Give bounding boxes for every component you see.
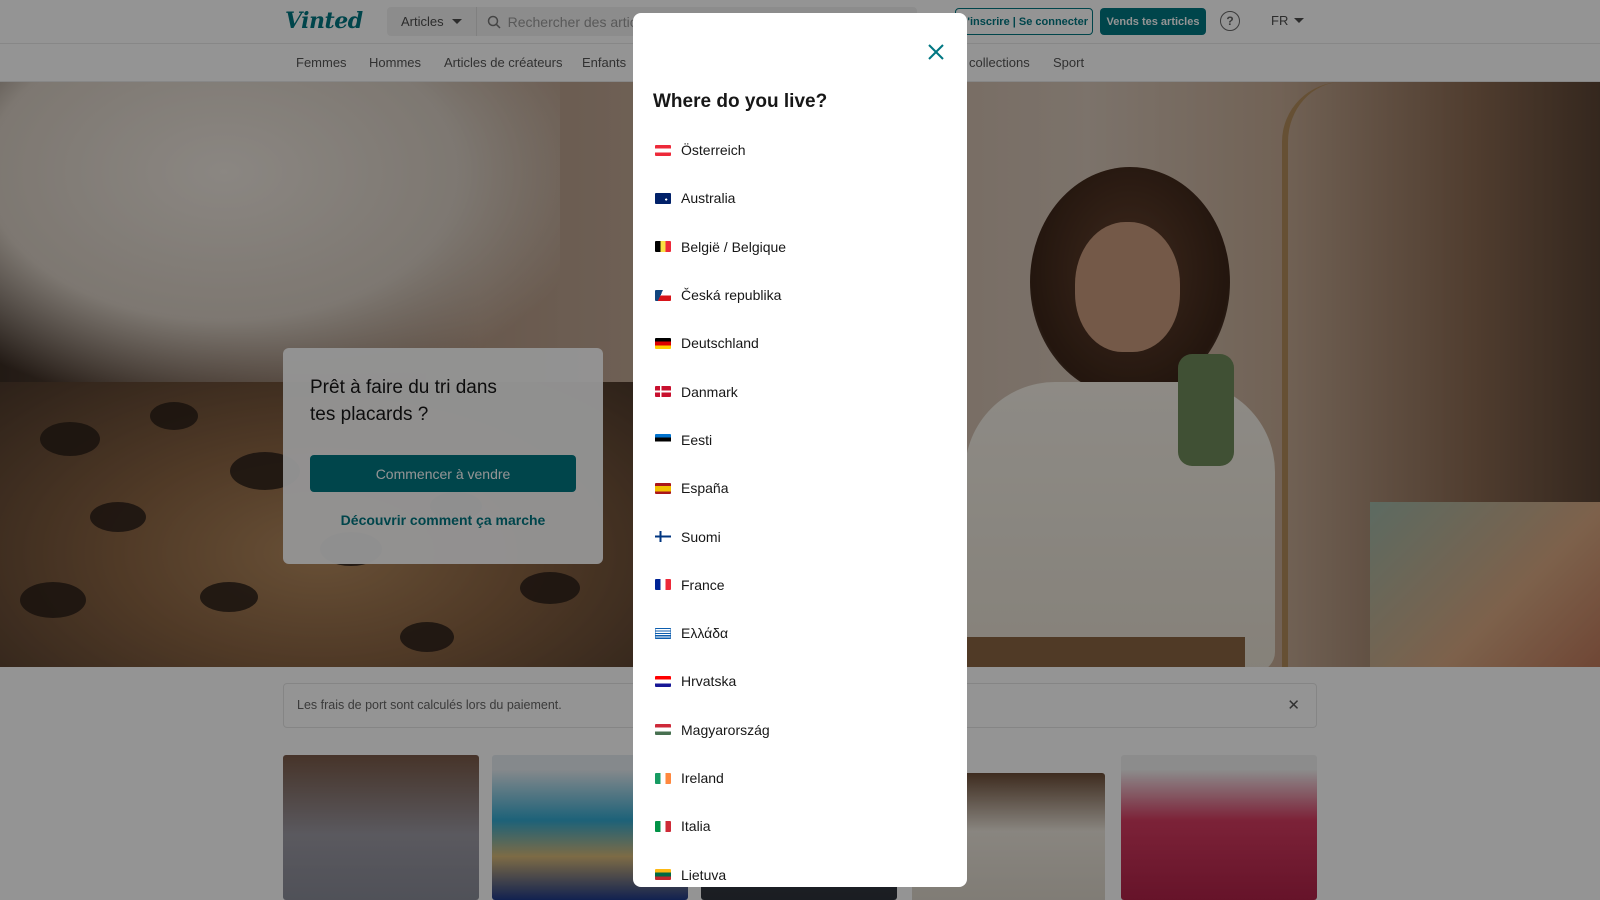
country-item[interactable]: Suomi [633, 512, 967, 560]
flag-it-icon [655, 820, 671, 832]
country-item[interactable]: Deutschland [633, 319, 967, 367]
flag-de-icon [655, 337, 671, 349]
country-name: Österreich [681, 142, 746, 159]
country-name: Česká republika [681, 287, 782, 304]
close-icon[interactable] [925, 41, 947, 63]
flag-hr-icon [655, 675, 671, 687]
country-item[interactable]: Österreich [633, 126, 967, 174]
country-name: France [681, 576, 725, 593]
flag-fi-icon [655, 531, 671, 543]
country-item[interactable]: Australia [633, 174, 967, 222]
modal-title: Where do you live? [653, 91, 828, 112]
country-name: Ελλάδα [681, 625, 729, 642]
flag-cz-icon [655, 289, 671, 301]
country-item[interactable]: Magyarország [633, 706, 967, 754]
country-item[interactable]: België / Belgique [633, 223, 967, 271]
country-item[interactable]: Eesti [633, 416, 967, 464]
country-name: Hrvatska [681, 673, 737, 690]
country-name: Suomi [681, 528, 721, 545]
country-item[interactable]: Lietuva [633, 850, 967, 887]
flag-ee-icon [655, 434, 671, 446]
country-item[interactable]: Hrvatska [633, 657, 967, 705]
country-item[interactable]: France [633, 561, 967, 609]
country-item[interactable]: Danmark [633, 367, 967, 415]
flag-lt-icon [655, 869, 671, 881]
country-item[interactable]: Česká republika [633, 271, 967, 319]
country-item[interactable]: Ελλάδα [633, 609, 967, 657]
country-name: España [681, 480, 729, 497]
country-name: Deutschland [681, 335, 759, 352]
country-item[interactable]: Italia [633, 802, 967, 850]
country-name: België / Belgique [681, 238, 787, 255]
country-name: Lietuva [681, 866, 727, 883]
flag-be-icon [655, 241, 671, 253]
flag-ie-icon [655, 772, 671, 784]
country-name: Danmark [681, 383, 738, 400]
country-name: Italia [681, 818, 711, 835]
flag-dk-icon [655, 386, 671, 398]
flag-hu-icon [655, 724, 671, 736]
country-name: Ireland [681, 770, 724, 786]
flag-gr-icon [655, 627, 671, 639]
country-list: Österreich Australia België / Belgique Česk… [633, 126, 967, 887]
country-modal: Where do you live? Österreich Australia Be… [633, 13, 967, 887]
flag-au-icon [655, 192, 671, 204]
country-item[interactable]: Ireland [633, 754, 967, 802]
country-name: Australia [681, 190, 736, 207]
country-name: Magyarország [681, 721, 770, 738]
flag-at-icon [655, 144, 671, 156]
country-name: Eesti [681, 431, 713, 448]
flag-es-icon [655, 482, 671, 494]
country-item[interactable]: España [633, 464, 967, 512]
flag-fr-icon [655, 579, 671, 591]
